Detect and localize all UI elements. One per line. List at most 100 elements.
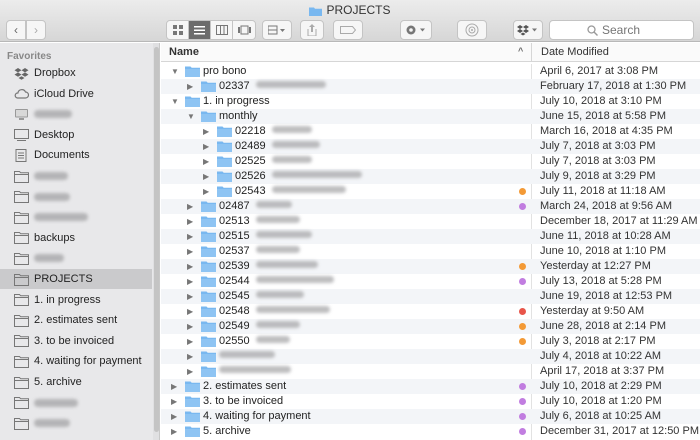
- sidebar-item-5-archive[interactable]: 5. archive: [0, 372, 152, 392]
- redacted-description: [255, 246, 300, 253]
- search-input[interactable]: [602, 21, 700, 39]
- disclosure-collapsed-icon[interactable]: ▶: [187, 350, 197, 362]
- sidebar-item-label: 5. archive: [34, 376, 82, 388]
- tag-button[interactable]: [333, 20, 363, 40]
- folder-icon-wrap: [201, 335, 216, 347]
- file-row[interactable]: ▶ 02543 July 11, 2018 at 11:18 AM: [161, 184, 700, 199]
- disclosure-collapsed-icon[interactable]: ▶: [187, 275, 197, 287]
- view-mode-control[interactable]: [166, 20, 256, 40]
- disclosure-collapsed-icon[interactable]: ▶: [203, 140, 213, 152]
- sidebar-item-4-waiting-for-payment[interactable]: 4. waiting for payment: [0, 351, 152, 371]
- gallery-view-button[interactable]: [233, 21, 255, 39]
- column-divider[interactable]: [531, 43, 532, 62]
- sort-ascending-icon[interactable]: ^: [518, 46, 523, 56]
- disclosure-expanded-icon[interactable]: ▼: [171, 65, 181, 77]
- name-column-header[interactable]: Name: [169, 46, 199, 58]
- disclosure-expanded-icon[interactable]: ▼: [187, 110, 197, 122]
- date-modified: July 4, 2018 at 10:22 AM: [540, 350, 662, 362]
- date-modified: Yesterday at 12:27 PM: [540, 260, 651, 272]
- share-button[interactable]: [300, 20, 324, 40]
- sidebar-item-documents[interactable]: Documents: [0, 145, 152, 165]
- file-row[interactable]: ▶ 4. waiting for payment July 6, 2018 at 1…: [161, 409, 700, 424]
- file-row[interactable]: ▶ 5. archive December 31, 2017 at 12:50 PM: [161, 424, 700, 439]
- file-row[interactable]: ▶ 3. to be invoiced July 10, 2018 at 1:20 …: [161, 394, 700, 409]
- sidebar-item-projects[interactable]: PROJECTS: [0, 269, 152, 289]
- sidebar-item-desktop[interactable]: Desktop: [0, 125, 152, 145]
- file-row[interactable]: ▶ 02337 February 17, 2018 at 1:30 PM: [161, 79, 700, 94]
- sidebar-scrollbar[interactable]: [153, 43, 159, 440]
- sidebar-item-1-in-progress[interactable]: 1. in progress: [0, 290, 152, 310]
- file-row[interactable]: ▶ 02525 July 7, 2018 at 3:03 PM: [161, 154, 700, 169]
- disclosure-collapsed-icon[interactable]: ▶: [187, 200, 197, 212]
- disclosure-collapsed-icon[interactable]: ▶: [187, 335, 197, 347]
- file-row[interactable]: ▶ 02545 June 19, 2018 at 12:53 PM: [161, 289, 700, 304]
- file-row[interactable]: ▶ 2. estimates sent July 10, 2018 at 2:29 …: [161, 379, 700, 394]
- file-row[interactable]: ▼ pro bono April 6, 2017 at 3:08 PM: [161, 64, 700, 79]
- sidebar-item-dropbox[interactable]: Dropbox: [0, 63, 152, 83]
- disclosure-collapsed-icon[interactable]: ▶: [187, 230, 197, 242]
- file-row[interactable]: ▶ July 4, 2018 at 10:22 AM: [161, 349, 700, 364]
- sidebar-item-icon: [14, 148, 29, 162]
- file-row[interactable]: ▶ 02544 July 13, 2018 at 5:28 PM: [161, 274, 700, 289]
- folder-icon-wrap: [185, 395, 200, 407]
- sidebar-item-favorite-17[interactable]: [0, 413, 152, 433]
- arrange-button[interactable]: [262, 20, 292, 40]
- date-modified: July 13, 2018 at 5:28 PM: [540, 275, 662, 287]
- disclosure-collapsed-icon[interactable]: ▶: [187, 305, 197, 317]
- sidebar-item-favorite-5[interactable]: [0, 166, 152, 186]
- sidebar-item-2-estimates-sent[interactable]: 2. estimates sent: [0, 310, 152, 330]
- disclosure-collapsed-icon[interactable]: ▶: [171, 425, 181, 437]
- disclosure-expanded-icon[interactable]: ▼: [171, 95, 181, 107]
- action-button[interactable]: [400, 20, 432, 40]
- dropbox-menu-button[interactable]: [513, 20, 543, 40]
- disclosure-collapsed-icon[interactable]: ▶: [203, 170, 213, 182]
- file-row[interactable]: ▶ April 17, 2018 at 3:37 PM: [161, 364, 700, 379]
- sidebar-item-favorite-7[interactable]: [0, 207, 152, 227]
- file-row[interactable]: ▶ 02526 July 9, 2018 at 3:29 PM: [161, 169, 700, 184]
- disclosure-collapsed-icon[interactable]: ▶: [203, 155, 213, 167]
- sidebar-item-favorite-2[interactable]: [0, 104, 152, 124]
- file-row[interactable]: ▼ monthly June 15, 2018 at 5:58 PM: [161, 109, 700, 124]
- file-row[interactable]: ▼ 1. in progress July 10, 2018 at 3:10 PM: [161, 94, 700, 109]
- file-row[interactable]: ▶ 02489 July 7, 2018 at 3:03 PM: [161, 139, 700, 154]
- list-view-button[interactable]: [189, 21, 211, 39]
- file-row[interactable]: ▶ 02218 March 16, 2018 at 4:35 PM: [161, 124, 700, 139]
- file-row[interactable]: ▶ 02513 December 18, 2017 at 11:29 AM: [161, 214, 700, 229]
- disclosure-collapsed-icon[interactable]: ▶: [187, 245, 197, 257]
- column-view-button[interactable]: [211, 21, 233, 39]
- disclosure-collapsed-icon[interactable]: ▶: [187, 215, 197, 227]
- airdrop-button[interactable]: [457, 20, 487, 40]
- disclosure-collapsed-icon[interactable]: ▶: [187, 290, 197, 302]
- forward-button[interactable]: ›: [26, 20, 46, 40]
- disclosure-collapsed-icon[interactable]: ▶: [187, 365, 197, 377]
- disclosure-collapsed-icon[interactable]: ▶: [203, 185, 213, 197]
- file-row[interactable]: ▶ 02550 July 3, 2018 at 2:17 PM: [161, 334, 700, 349]
- disclosure-collapsed-icon[interactable]: ▶: [187, 80, 197, 92]
- sidebar-item-favorite-16[interactable]: [0, 393, 152, 413]
- sidebar-item-backups[interactable]: backups: [0, 228, 152, 248]
- file-row[interactable]: ▶ 02515 June 11, 2018 at 10:28 AM: [161, 229, 700, 244]
- sidebar-item-icloud-drive[interactable]: iCloud Drive: [0, 84, 152, 104]
- back-button[interactable]: ‹: [6, 20, 26, 40]
- file-row[interactable]: ▶ 02487 March 24, 2018 at 9:56 AM: [161, 199, 700, 214]
- disclosure-collapsed-icon[interactable]: ▶: [171, 380, 181, 392]
- disclosure-collapsed-icon[interactable]: ▶: [171, 410, 181, 422]
- disclosure-collapsed-icon[interactable]: ▶: [171, 395, 181, 407]
- sidebar-item-favorite-6[interactable]: [0, 187, 152, 207]
- disclosure-collapsed-icon[interactable]: ▶: [187, 320, 197, 332]
- search-field[interactable]: [549, 20, 700, 40]
- disclosure-collapsed-icon[interactable]: ▶: [187, 260, 197, 272]
- file-row[interactable]: ▶ 02539 Yesterday at 12:27 PM: [161, 259, 700, 274]
- disclosure-collapsed-icon[interactable]: ▶: [203, 125, 213, 137]
- sidebar-item-label: 1. in progress: [34, 293, 101, 306]
- sidebar-item-favorite-9[interactable]: [0, 248, 152, 268]
- file-row[interactable]: ▶ 02549 June 28, 2018 at 2:14 PM: [161, 319, 700, 334]
- sidebar-item-3-to-be-invoiced[interactable]: 3. to be invoiced: [0, 331, 152, 351]
- date-column-header[interactable]: Date Modified: [541, 46, 609, 58]
- icon-view-button[interactable]: [167, 21, 189, 39]
- folder-icon-wrap: [217, 170, 232, 182]
- file-row[interactable]: ▶ 02537 June 10, 2018 at 1:10 PM: [161, 244, 700, 259]
- scrollbar-thumb[interactable]: [154, 47, 159, 432]
- file-row[interactable]: ▶ 02548 Yesterday at 9:50 AM: [161, 304, 700, 319]
- sidebar-item-icon: [14, 231, 29, 245]
